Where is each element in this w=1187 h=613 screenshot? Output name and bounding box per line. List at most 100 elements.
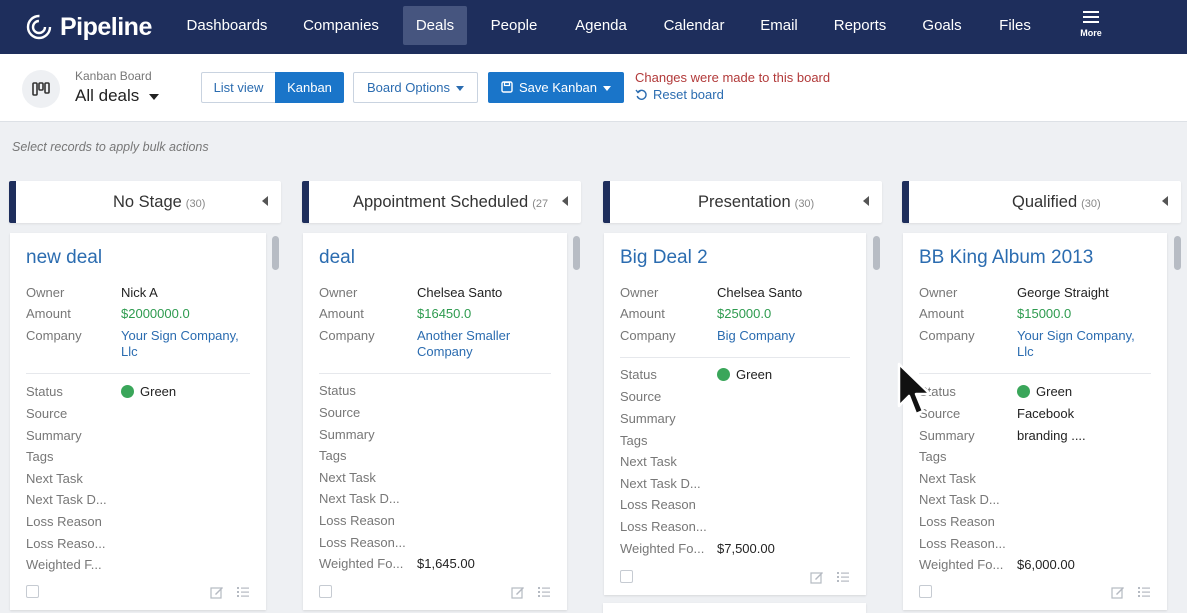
- column-scrollbar[interactable]: [871, 233, 881, 610]
- select-checkbox[interactable]: [26, 585, 39, 598]
- company-label: Company: [319, 328, 375, 343]
- status-label: Status: [620, 367, 657, 382]
- next-task-label: Next Task: [919, 471, 976, 486]
- company-link[interactable]: Another Smaller Company: [417, 328, 510, 360]
- save-kanban-label: Save Kanban: [518, 80, 598, 95]
- scroll-thumb[interactable]: [1174, 236, 1181, 270]
- select-checkbox[interactable]: [620, 570, 633, 583]
- nav-calendar[interactable]: Calendar: [656, 6, 732, 45]
- deal-card[interactable]: new deal Owner Nick A Amount $2000000.0 …: [10, 233, 266, 610]
- reset-board-label: Reset board: [653, 87, 724, 102]
- deal-card[interactable]: BB King Album 2013 Owner George Straight…: [903, 233, 1167, 610]
- details-list-icon[interactable]: [1137, 585, 1151, 599]
- next-task-label: Next Task: [26, 471, 83, 486]
- status-value: Green: [717, 367, 772, 382]
- chevron-down-icon: [456, 86, 465, 92]
- list-view-button[interactable]: List view: [201, 72, 276, 103]
- reset-board-link[interactable]: Reset board: [635, 87, 724, 102]
- deal-title-link[interactable]: Big Deal 2: [620, 247, 708, 269]
- owner-value: Chelsea Santo: [417, 285, 503, 300]
- deal-card[interactable]: deal Owner Chelsea Santo Amount $16450.0…: [303, 233, 567, 610]
- nav-goals[interactable]: Goals: [916, 6, 968, 45]
- top-navbar: Pipeline Dashboards Companies Deals Peop…: [0, 0, 1187, 54]
- amount-label: Amount: [620, 306, 665, 321]
- summary-value: branding ....: [1017, 428, 1086, 443]
- weighted-forecast-value: $1,645.00: [417, 556, 475, 571]
- deal-title-link[interactable]: BB King Album 2013: [919, 247, 1093, 269]
- collapse-column-icon[interactable]: [863, 196, 869, 206]
- edit-icon[interactable]: [810, 570, 824, 584]
- source-label: Source: [26, 406, 68, 421]
- divider: [919, 373, 1151, 374]
- loss-reason-2-label: Loss Reason...: [319, 535, 406, 550]
- summary-label: Summary: [919, 428, 975, 443]
- weighted-forecast-label: Weighted Fo...: [319, 556, 404, 571]
- company-link[interactable]: Big Company: [717, 328, 795, 344]
- column-header-appointment-scheduled: Appointment Scheduled (27: [302, 181, 581, 223]
- details-list-icon[interactable]: [537, 585, 551, 599]
- nav-people[interactable]: People: [484, 6, 544, 45]
- nav-deals[interactable]: Deals: [403, 6, 467, 45]
- nav-more-button[interactable]: More: [1070, 8, 1112, 46]
- kanban-view-button[interactable]: Kanban: [275, 72, 344, 103]
- next-task-label: Next Task: [620, 454, 677, 469]
- status-dot-icon: [121, 385, 134, 398]
- summary-label: Summary: [26, 428, 82, 443]
- company-link[interactable]: Your Sign Company, Llc: [121, 328, 239, 360]
- bulk-actions-hint: Select records to apply bulk actions: [12, 140, 209, 154]
- board-options-button[interactable]: Board Options: [353, 72, 478, 103]
- next-task-date-label: Next Task D...: [319, 491, 400, 506]
- scroll-thumb[interactable]: [573, 236, 580, 270]
- select-checkbox[interactable]: [919, 585, 932, 598]
- kanban-board-icon: [22, 70, 60, 108]
- amount-label: Amount: [919, 306, 964, 321]
- nav-agenda[interactable]: Agenda: [568, 6, 634, 45]
- loss-reason-label: Loss Reason: [319, 513, 395, 528]
- deal-title-link[interactable]: deal: [319, 247, 355, 269]
- amount-value: $16450.0: [417, 306, 472, 321]
- divider: [620, 357, 850, 358]
- deal-card[interactable]: Big Deal 2 Owner Chelsea Santo Amount $2…: [604, 233, 866, 595]
- scroll-thumb[interactable]: [873, 236, 880, 270]
- collapse-column-icon[interactable]: [1162, 196, 1168, 206]
- owner-label: Owner: [26, 285, 65, 300]
- nav-dashboards[interactable]: Dashboards: [180, 6, 274, 45]
- details-list-icon[interactable]: [836, 570, 850, 584]
- amount-value: $15000.0: [1017, 306, 1072, 321]
- collapse-column-icon[interactable]: [562, 196, 568, 206]
- edit-icon[interactable]: [1111, 585, 1125, 599]
- mouse-cursor-icon: [897, 362, 932, 416]
- company-label: Company: [620, 328, 676, 343]
- column-scrollbar[interactable]: [1172, 233, 1184, 610]
- board-selector[interactable]: All deals: [75, 86, 160, 106]
- edit-icon[interactable]: [511, 585, 525, 599]
- details-list-icon[interactable]: [236, 585, 250, 599]
- source-label: Source: [620, 389, 662, 404]
- select-checkbox[interactable]: [319, 585, 332, 598]
- nav-email[interactable]: Email: [755, 6, 803, 45]
- edit-icon[interactable]: [210, 585, 224, 599]
- nav-companies[interactable]: Companies: [294, 6, 388, 45]
- nav-files[interactable]: Files: [992, 6, 1038, 45]
- company-link[interactable]: Your Sign Company, Llc: [1017, 328, 1135, 360]
- deal-card-next[interactable]: [603, 603, 866, 613]
- chevron-down-icon: [603, 86, 612, 92]
- source-value: Facebook: [1017, 406, 1075, 421]
- nav-reports[interactable]: Reports: [826, 6, 894, 45]
- chevron-down-icon: [149, 93, 160, 100]
- hamburger-icon: [1083, 11, 1099, 23]
- collapse-column-icon[interactable]: [262, 196, 268, 206]
- weighted-forecast-value: $6,000.00: [1017, 557, 1075, 572]
- save-icon: [501, 81, 513, 93]
- summary-label: Summary: [620, 411, 676, 426]
- pipeline-logo[interactable]: Pipeline: [26, 9, 152, 45]
- next-task-date-label: Next Task D...: [26, 492, 107, 507]
- save-kanban-button[interactable]: Save Kanban: [488, 72, 624, 103]
- scroll-thumb[interactable]: [272, 236, 279, 270]
- owner-label: Owner: [620, 285, 659, 300]
- column-scrollbar[interactable]: [270, 233, 280, 610]
- amount-value: $25000.0: [717, 306, 772, 321]
- next-task-date-label: Next Task D...: [620, 476, 701, 491]
- column-scrollbar[interactable]: [571, 233, 581, 610]
- deal-title-link[interactable]: new deal: [26, 247, 102, 269]
